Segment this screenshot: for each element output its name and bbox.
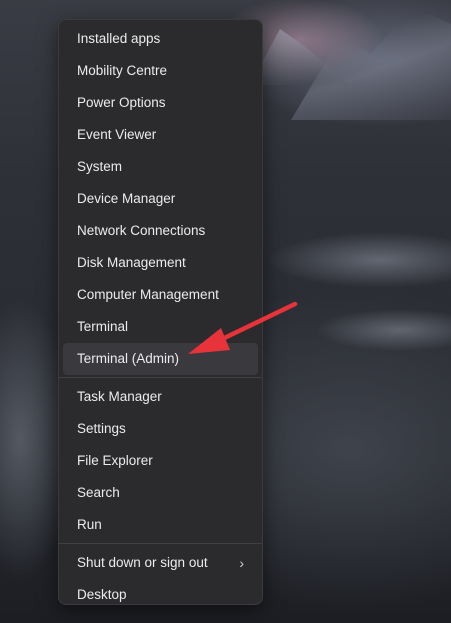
menu-item-terminal-admin[interactable]: Terminal (Admin)	[63, 343, 258, 375]
menu-item-network-connections[interactable]: Network Connections	[63, 215, 258, 247]
menu-item-system[interactable]: System	[63, 151, 258, 183]
desktop-wallpaper: Installed apps Mobility Centre Power Opt…	[0, 0, 451, 623]
menu-item-power-options[interactable]: Power Options	[63, 87, 258, 119]
menu-separator	[59, 543, 262, 544]
menu-item-shut-down-or-sign-out[interactable]: Shut down or sign out ›	[63, 547, 258, 579]
menu-item-event-viewer[interactable]: Event Viewer	[63, 119, 258, 151]
menu-item-terminal[interactable]: Terminal	[63, 311, 258, 343]
chevron-right-icon: ›	[239, 555, 244, 571]
menu-item-run[interactable]: Run	[63, 509, 258, 541]
menu-item-disk-management[interactable]: Disk Management	[63, 247, 258, 279]
menu-item-task-manager[interactable]: Task Manager	[63, 381, 258, 413]
menu-item-installed-apps[interactable]: Installed apps	[63, 23, 258, 55]
menu-item-file-explorer[interactable]: File Explorer	[63, 445, 258, 477]
menu-item-desktop[interactable]: Desktop	[63, 579, 258, 611]
menu-item-label: Shut down or sign out	[77, 555, 208, 570]
winx-context-menu: Installed apps Mobility Centre Power Opt…	[58, 19, 263, 605]
menu-item-computer-management[interactable]: Computer Management	[63, 279, 258, 311]
menu-item-settings[interactable]: Settings	[63, 413, 258, 445]
menu-item-search[interactable]: Search	[63, 477, 258, 509]
menu-separator	[59, 377, 262, 378]
menu-item-mobility-centre[interactable]: Mobility Centre	[63, 55, 258, 87]
menu-item-device-manager[interactable]: Device Manager	[63, 183, 258, 215]
